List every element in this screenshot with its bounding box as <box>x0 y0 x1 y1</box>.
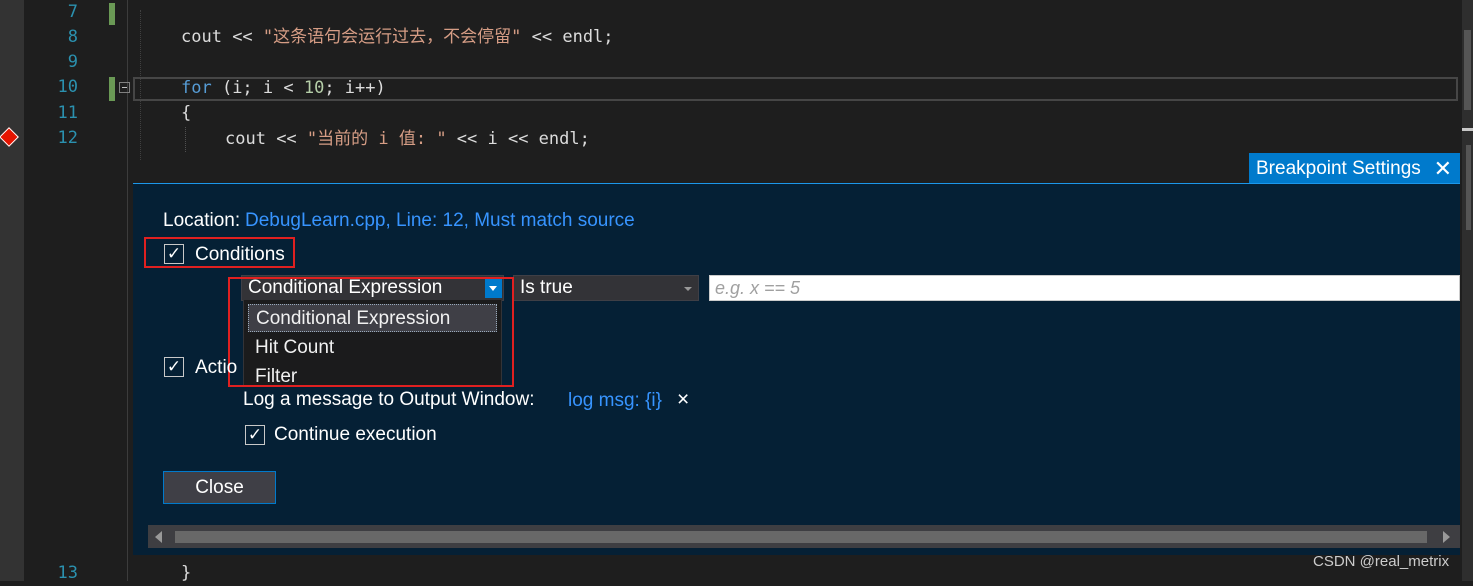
location-link[interactable]: DebugLearn.cpp, Line: 12, Must match sou… <box>245 210 635 232</box>
keyword: for <box>181 78 212 98</box>
string-literal: "这条语句会运行过去，不会停留" <box>262 27 522 47</box>
code-line-13[interactable]: } <box>181 561 191 586</box>
code-line-12[interactable]: cout << "当前的 i 值: " << i << endl; <box>225 127 590 152</box>
code-line-8[interactable]: cout << "这条语句会运行过去，不会停留" << endl; <box>181 25 614 50</box>
line-number-10: 10 <box>57 77 78 97</box>
scrollbar-caret-marker <box>1462 128 1473 131</box>
continue-execution-checkbox[interactable]: ✓ <box>245 425 265 445</box>
log-message-value[interactable]: log msg: {i} <box>568 390 662 412</box>
string-literal: "当前的 i 值: " <box>306 129 447 149</box>
scrollbar-thumb[interactable] <box>1466 145 1471 230</box>
code-line-10[interactable]: for (i; i < 10; i++) <box>181 76 386 101</box>
actions-checkbox[interactable]: ✓ <box>164 357 184 377</box>
code-token: << i << endl; <box>446 129 590 149</box>
line-number-13: 13 <box>57 563 78 583</box>
breakpoint-settings-tab[interactable]: Breakpoint Settings ✕ <box>1249 153 1460 184</box>
collapse-toggle-icon[interactable] <box>119 82 130 93</box>
scrollbar-thumb[interactable] <box>175 531 1427 543</box>
line-number-7: 7 <box>67 2 78 22</box>
line-number-12: 12 <box>57 128 78 148</box>
number-literal: 10 <box>303 78 325 98</box>
scroll-right-icon[interactable] <box>1443 531 1450 543</box>
condition-operator-dropdown[interactable]: Is true <box>513 275 699 301</box>
scrollbar-thumb[interactable] <box>1464 30 1471 110</box>
log-message-label: Log a message to Output Window: <box>243 389 535 410</box>
code-token: endl; <box>562 27 614 47</box>
change-indicator <box>109 3 115 25</box>
change-indicator <box>109 77 115 101</box>
scroll-left-icon[interactable] <box>155 531 162 543</box>
code-line-11[interactable]: { <box>181 101 191 126</box>
code-token: cout <box>181 27 222 47</box>
code-token: ; i++) <box>324 78 386 98</box>
watermark: CSDN @real_metrix <box>1313 553 1450 570</box>
close-button[interactable]: Close <box>163 471 276 504</box>
code-token: cout <box>225 129 266 149</box>
code-token: << <box>521 27 563 47</box>
line-number-9: 9 <box>67 52 78 72</box>
location-label: Location: <box>163 210 241 231</box>
code-token: << <box>265 129 307 149</box>
code-token: << <box>221 27 263 47</box>
remove-action-icon[interactable]: × <box>677 388 689 412</box>
conditions-checkbox[interactable]: ✓ <box>164 244 184 264</box>
actions-label: Actio <box>195 357 238 378</box>
highlight-box <box>228 277 514 387</box>
line-number-11: 11 <box>57 103 78 123</box>
code-token: (i; i < <box>211 78 304 98</box>
conditions-label: Conditions <box>195 244 285 265</box>
continue-execution-label: Continue execution <box>274 424 437 445</box>
condition-expression-input[interactable]: e.g. x == 5 <box>709 275 1460 301</box>
close-icon[interactable]: ✕ <box>1434 153 1452 184</box>
tab-title: Breakpoint Settings <box>1256 158 1421 179</box>
indent-guide <box>185 127 187 152</box>
condition-operator-value: Is true <box>520 277 573 298</box>
line-number-8: 8 <box>67 27 78 47</box>
